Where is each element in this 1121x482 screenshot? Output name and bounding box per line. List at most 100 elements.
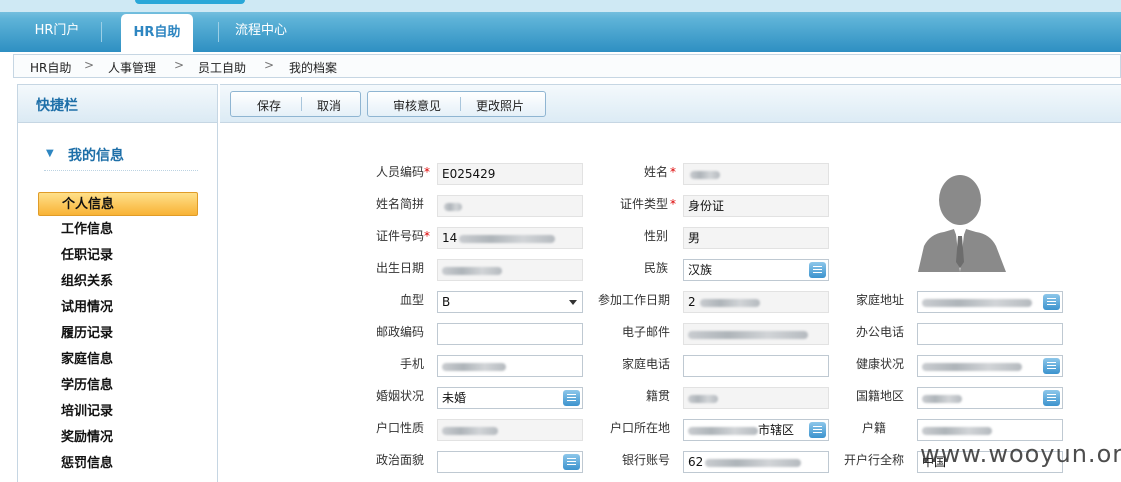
zip-label: 邮政编码 — [375, 325, 424, 339]
watermark: www.wooyun.org — [920, 440, 1121, 468]
avatar — [914, 172, 1010, 272]
native-label: 籍贯 — [645, 389, 670, 403]
list-picker-icon[interactable] — [1043, 358, 1060, 374]
id-type-field[interactable]: 身份证 — [683, 195, 829, 217]
ethnic-label: 民族 — [643, 261, 668, 275]
chevron-right-icon: > — [84, 58, 95, 72]
tab-hr-self-service[interactable]: HR自助 — [121, 14, 193, 52]
email-field[interactable] — [683, 323, 829, 345]
ethnic-field[interactable]: 汉族 — [683, 259, 829, 281]
sidebar-title: 快捷栏 — [36, 98, 78, 114]
name-label: 姓名 — [643, 165, 668, 179]
tab-process-center[interactable]: 流程中心 — [226, 12, 296, 50]
hukou-type-field[interactable] — [437, 419, 583, 441]
list-picker-icon[interactable] — [809, 262, 826, 278]
native-field[interactable] — [683, 387, 829, 409]
top-nav: HR门户 HR自助 流程中心 — [0, 0, 1121, 52]
gender-field[interactable]: 男 — [683, 227, 829, 249]
redacted-value — [705, 458, 802, 467]
home-tel-field[interactable] — [683, 355, 829, 377]
sidebar-item-family[interactable]: 家庭信息 — [38, 348, 198, 372]
marital-value: 未婚 — [442, 391, 467, 405]
cancel-button[interactable]: 取消 — [317, 97, 341, 114]
redacted-value — [444, 202, 462, 211]
bank-name-label: 开户行全称 — [843, 453, 904, 467]
id-type-label: 证件类型 — [619, 197, 668, 211]
redacted-value — [922, 362, 1022, 371]
sidebar-item-training[interactable]: 培训记录 — [38, 400, 198, 424]
id-no-field[interactable]: 14 — [437, 227, 583, 249]
required-mark: * — [424, 229, 430, 243]
ethnic-value: 汉族 — [688, 263, 713, 277]
required-mark: * — [424, 165, 430, 179]
hukou-reg-field[interactable] — [917, 419, 1063, 441]
zip-field[interactable] — [437, 323, 583, 345]
button-divider — [460, 97, 461, 111]
tab-hr-portal[interactable]: HR门户 — [22, 12, 92, 50]
hukou-reg-label: 户籍 — [861, 421, 886, 435]
sidebar-group-label: 我的信息 — [68, 148, 124, 164]
blood-select[interactable]: B — [437, 291, 583, 313]
sidebar-item-appointments[interactable]: 任职记录 — [38, 244, 198, 268]
redacted-value — [688, 330, 808, 339]
mobile-field[interactable] — [437, 355, 583, 377]
redacted-value — [922, 394, 962, 403]
redacted-value — [690, 170, 720, 179]
dropdown-arrow-icon[interactable] — [569, 300, 577, 305]
political-field[interactable] — [437, 451, 583, 473]
bank-acct-field[interactable]: 62 — [683, 451, 829, 473]
breadcrumb-item[interactable]: 人事管理 — [108, 59, 156, 76]
breadcrumb-item[interactable]: 员工自助 — [198, 59, 246, 76]
hukou-loc-label: 户口所在地 — [609, 421, 670, 435]
change-photo-button[interactable]: 更改照片 — [476, 97, 524, 114]
home-addr-field[interactable] — [917, 291, 1063, 313]
sidebar-item-personal-info[interactable]: 个人信息 — [38, 192, 198, 216]
sidebar-item-probation[interactable]: 试用情况 — [38, 296, 198, 320]
office-tel-field[interactable] — [917, 323, 1063, 345]
health-label: 健康状况 — [855, 357, 904, 371]
tab-divider — [101, 22, 102, 42]
birth-field[interactable] — [437, 259, 583, 281]
sidebar-item-resume[interactable]: 履历记录 — [38, 322, 198, 346]
bank-acct-label: 银行账号 — [621, 453, 670, 467]
review-comments-button[interactable]: 审核意见 — [393, 97, 441, 114]
emp-no-field[interactable]: E025429 — [437, 163, 583, 185]
name-field[interactable] — [683, 163, 829, 185]
toolbar-group: 保存 取消 — [230, 91, 361, 117]
id-type-value: 身份证 — [688, 199, 725, 213]
sidebar-item-education[interactable]: 学历信息 — [38, 374, 198, 398]
hukou-type-label: 户口性质 — [375, 421, 424, 435]
nationality-field[interactable] — [917, 387, 1063, 409]
sidebar-item-work-info[interactable]: 工作信息 — [38, 218, 198, 242]
name-short-field[interactable] — [437, 195, 583, 217]
list-picker-icon[interactable] — [1043, 294, 1060, 310]
sidebar: 快捷栏 ▼ 我的信息 个人信息 工作信息 任职记录 组织关系 试用情况 履历记录… — [17, 84, 218, 482]
breadcrumb-item[interactable]: HR自助 — [30, 59, 71, 76]
redacted-value — [688, 394, 718, 403]
mobile-label: 手机 — [399, 357, 424, 371]
marital-field[interactable]: 未婚 — [437, 387, 583, 409]
save-button[interactable]: 保存 — [257, 97, 281, 114]
id-no-label: 证件号码 — [375, 229, 424, 243]
work-start-field[interactable]: 2 — [683, 291, 829, 313]
sidebar-item-org-relations[interactable]: 组织关系 — [38, 270, 198, 294]
redacted-value — [922, 426, 992, 435]
list-picker-icon[interactable] — [563, 390, 580, 406]
blood-label: 血型 — [399, 293, 424, 307]
sidebar-group[interactable]: ▼ 我的信息 — [44, 145, 198, 171]
list-picker-icon[interactable] — [1043, 390, 1060, 406]
list-picker-icon[interactable] — [809, 422, 826, 438]
email-label: 电子邮件 — [621, 325, 670, 339]
hukou-loc-field[interactable]: 市辖区 — [683, 419, 829, 441]
sidebar-item-penalties[interactable]: 惩罚信息 — [38, 452, 198, 476]
birth-label: 出生日期 — [375, 261, 424, 275]
sidebar-item-rewards[interactable]: 奖励情况 — [38, 426, 198, 450]
redacted-value — [442, 266, 502, 275]
health-field[interactable] — [917, 355, 1063, 377]
political-label: 政治面貌 — [375, 453, 424, 467]
redacted-value — [699, 298, 760, 307]
marital-label: 婚姻状况 — [375, 389, 424, 403]
list-picker-icon[interactable] — [563, 454, 580, 470]
breadcrumb-item-current: 我的档案 — [289, 61, 338, 75]
chevron-right-icon: > — [174, 58, 185, 72]
